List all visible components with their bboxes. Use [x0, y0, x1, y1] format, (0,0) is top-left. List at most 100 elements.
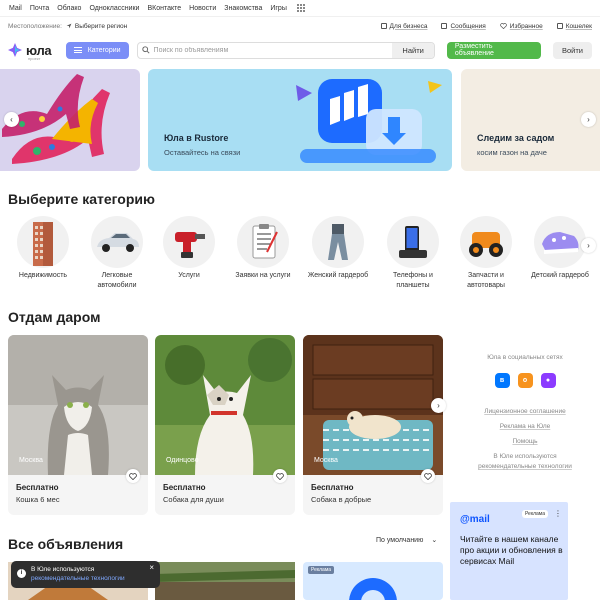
category-services[interactable]: Услуги	[154, 216, 224, 281]
chevron-down-icon: ⌄	[431, 537, 438, 544]
favorite-heart-icon[interactable]	[126, 469, 140, 483]
chevron-left-icon: ‹	[10, 115, 13, 124]
category-phones[interactable]: Телефоны и планшеты	[378, 216, 448, 291]
promo-banner-rustore[interactable]: Юла в Rustore Оставайтесь на связи	[148, 69, 452, 171]
category-service-requests[interactable]: Заявки на услуги	[228, 216, 298, 281]
carousel-prev-button[interactable]: ‹	[4, 112, 19, 127]
banner-rustore-subtitle: Оставайтесь на связи	[164, 148, 241, 157]
toast-link[interactable]: рекомендательные технологии	[31, 575, 146, 584]
business-label: Для бизнеса	[389, 22, 428, 30]
sort-dropdown[interactable]: По умолчанию ⌄	[376, 536, 438, 545]
carousel-next-button[interactable]: ›	[581, 112, 596, 127]
free-card[interactable]: Москва Бесплатно Собака в добрые	[303, 335, 443, 515]
promo-banner-shoes[interactable]	[0, 69, 140, 171]
post-ad-button[interactable]: Разместить объявление	[446, 41, 541, 59]
business-link[interactable]: Для бизнеса	[380, 22, 428, 30]
search-button[interactable]: Найти	[392, 42, 434, 58]
chevron-right-icon: ›	[437, 401, 440, 410]
categories-heading: Выберите категорию	[8, 191, 155, 207]
portal-link-cloud[interactable]: Облако	[57, 5, 81, 12]
portal-link-news[interactable]: Новости	[189, 5, 216, 12]
card-title: Собака для души	[163, 495, 224, 504]
chevron-right-icon: ›	[587, 241, 590, 250]
recommendation-toast: i В Юле используются рекомендательные те…	[11, 561, 160, 588]
messages-label: Сообщения	[450, 22, 486, 30]
search-input[interactable]	[153, 46, 393, 54]
portal-link-games[interactable]: Игры	[270, 5, 287, 12]
dog-photo	[155, 335, 295, 475]
logo[interactable]: юла проект	[8, 43, 64, 61]
apps-grid-icon[interactable]	[296, 4, 305, 12]
category-cars[interactable]: Легковые автомобили	[82, 216, 152, 291]
category-womens-image	[312, 216, 364, 268]
category-label: Услуги	[178, 272, 200, 279]
category-label: Легковые автомобили	[97, 272, 137, 289]
promo-banner-garden[interactable]: Следим за садом косим газон на даче	[461, 69, 600, 171]
wallet-label: Кошелек	[565, 22, 592, 30]
logo-sub: проект	[28, 56, 41, 61]
ad-thumb-3[interactable]: Реклама	[303, 562, 443, 600]
location-value: Выберите регион	[74, 22, 128, 30]
categories-next-button[interactable]: ›	[581, 238, 596, 253]
location-arrow-icon	[66, 23, 72, 29]
portal-link-mail[interactable]: Mail	[9, 5, 22, 12]
category-realty[interactable]: Недвижимость	[8, 216, 78, 281]
social-links: в о ●	[450, 373, 600, 388]
close-icon[interactable]: ×	[149, 563, 154, 573]
portal-link-ok[interactable]: Одноклассники	[89, 5, 139, 12]
dzen-icon[interactable]: ●	[540, 373, 556, 388]
category-label: Телефоны и планшеты	[393, 272, 433, 289]
category-requests-image	[237, 216, 289, 268]
category-label: Недвижимость	[18, 272, 68, 279]
page: Mail Почта Облако Одноклассники ВКонтакт…	[0, 0, 600, 600]
portal-link-vk[interactable]: ВКонтакте	[147, 5, 181, 12]
vk-icon[interactable]: в	[494, 373, 510, 388]
cat-photo	[8, 335, 148, 475]
ads-link[interactable]: Реклама на Юле	[450, 423, 600, 430]
card-price: Бесплатно	[163, 483, 206, 492]
card-city: Москва	[314, 457, 338, 464]
category-label: Заявки на услуги	[235, 272, 291, 279]
favorites-label: Избранное	[509, 22, 543, 30]
messages-link[interactable]: Сообщения	[441, 22, 486, 30]
license-link[interactable]: Лицензионное соглашение	[450, 408, 600, 415]
categories-button[interactable]: Категории	[65, 41, 129, 59]
card-price: Бесплатно	[311, 483, 354, 492]
favorite-heart-icon[interactable]	[421, 469, 435, 483]
location-selector[interactable]: Выберите регион	[66, 23, 127, 30]
logo-star-icon	[8, 43, 22, 57]
login-button[interactable]: Войти	[553, 41, 592, 59]
briefcase-icon	[380, 23, 387, 29]
categories-label: Категории	[87, 46, 121, 54]
location-label: Местоположение:	[8, 22, 62, 30]
more-icon[interactable]: ⋮	[554, 509, 562, 518]
ok-icon[interactable]: о	[517, 373, 533, 388]
help-link[interactable]: Помощь	[450, 438, 600, 445]
portal-link-dating[interactable]: Знакомства	[224, 5, 262, 12]
tech-note: В Юле используются	[493, 453, 557, 460]
shoes-image	[2, 74, 110, 164]
category-label: Запчасти и автотовары	[467, 272, 505, 289]
tech-link[interactable]: рекомендательные технологии	[450, 463, 600, 470]
search-icon	[138, 46, 154, 54]
free-card[interactable]: Одинцово Бесплатно Собака для души	[155, 335, 295, 515]
category-womens-wardrobe[interactable]: Женский гардероб	[303, 216, 373, 281]
category-phones-image	[387, 216, 439, 268]
search-bar: Найти	[136, 41, 435, 59]
category-realty-image	[17, 216, 69, 268]
portal-link-pochta[interactable]: Почта	[30, 5, 49, 12]
mail-ad-banner[interactable]: @mail Реклама ⋮ Читайте в нашем канале п…	[450, 502, 568, 600]
rustore-logo-illustration	[296, 79, 442, 163]
banner-garden-title: Следим за садом	[477, 133, 555, 143]
category-kids-image	[534, 216, 586, 268]
portal-bar: Mail Почта Облако Одноклассники ВКонтакт…	[0, 0, 600, 17]
ad-thumb-2[interactable]	[155, 562, 295, 600]
banner-garden-subtitle: косим газон на даче	[477, 148, 547, 157]
wallet-link[interactable]: Кошелек	[556, 22, 592, 30]
category-auto-parts[interactable]: Запчасти и автотовары	[451, 216, 521, 291]
favorites-link[interactable]: Избранное	[500, 23, 543, 30]
free-card[interactable]: Москва Бесплатно Кошка 6 мес	[8, 335, 148, 515]
category-parts-image	[460, 216, 512, 268]
favorite-heart-icon[interactable]	[273, 469, 287, 483]
free-next-button[interactable]: ›	[431, 398, 446, 413]
